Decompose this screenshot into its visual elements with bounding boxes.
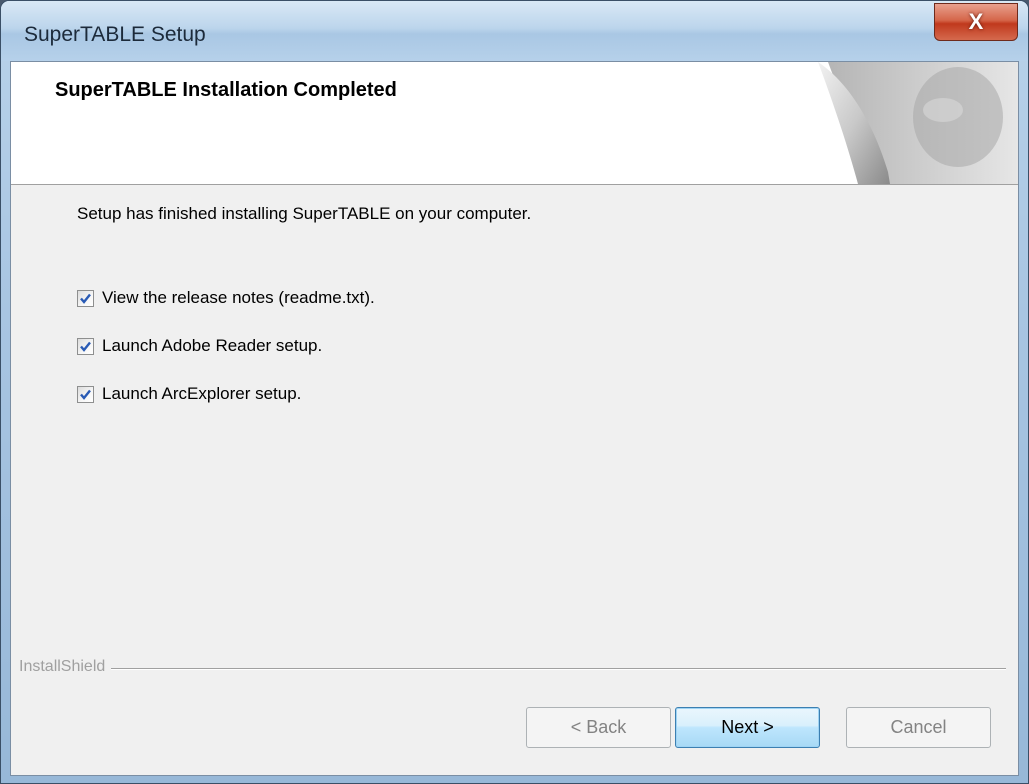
checkmark-icon	[80, 389, 91, 400]
close-button[interactable]: X	[934, 3, 1018, 41]
back-button[interactable]: < Back	[526, 707, 671, 748]
page-title: SuperTABLE Installation Completed	[55, 79, 397, 101]
cancel-button[interactable]: Cancel	[846, 707, 991, 748]
page-curl-graphic	[818, 62, 1018, 184]
next-button[interactable]: Next >	[675, 707, 820, 748]
title-bar[interactable]: SuperTABLE Setup X	[1, 1, 1028, 61]
installshield-brand: InstallShield	[19, 658, 112, 676]
checkbox-launch-adobe-reader[interactable]	[77, 337, 94, 355]
option-label: View the release notes (readme.txt).	[102, 288, 375, 307]
separator-line	[19, 668, 1006, 670]
option-label: Launch Adobe Reader setup.	[102, 336, 323, 355]
dialog-client-area: SuperTABLE Installation Completed Setup …	[10, 61, 1019, 776]
checkmark-icon	[80, 341, 91, 352]
option-view-release-notes[interactable]: View the release notes (readme.txt).	[77, 288, 375, 308]
option-label: Launch ArcExplorer setup.	[102, 384, 302, 403]
close-icon: X	[968, 9, 984, 34]
checkbox-view-release-notes[interactable]	[77, 289, 94, 307]
status-message: Setup has finished installing SuperTABLE…	[77, 204, 532, 223]
option-launch-arcexplorer[interactable]: Launch ArcExplorer setup.	[77, 384, 301, 404]
header-band: SuperTABLE Installation Completed	[11, 62, 1018, 185]
checkbox-launch-arcexplorer[interactable]	[77, 385, 94, 403]
setup-window: SuperTABLE Setup X SuperTABLE Installati…	[0, 0, 1029, 784]
installshield-separator: InstallShield	[11, 658, 1018, 678]
window-title: SuperTABLE Setup	[24, 23, 206, 46]
option-launch-adobe-reader[interactable]: Launch Adobe Reader setup.	[77, 336, 322, 356]
checkmark-icon	[80, 293, 91, 304]
